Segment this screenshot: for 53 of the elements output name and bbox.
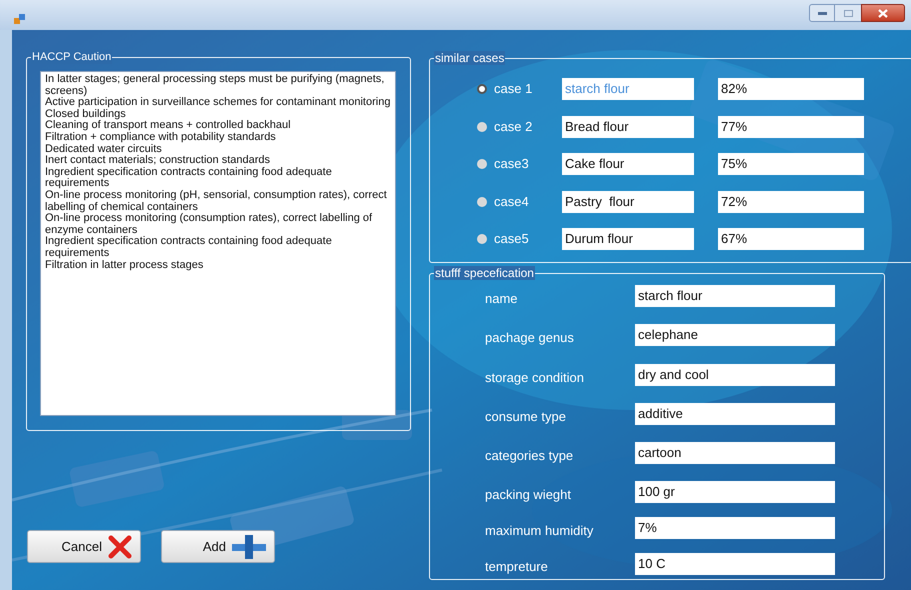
radio-label[interactable]: case 1	[494, 78, 532, 100]
text-field[interactable]: additive	[635, 403, 835, 425]
text-field[interactable]: 82%	[718, 78, 864, 100]
text-line: Filtration + compliance with potability standards	[45, 132, 277, 144]
cancel-button[interactable]: Cancel	[27, 530, 141, 563]
text-field[interactable]: celephane	[635, 324, 835, 346]
text-field[interactable]: Cake flour	[562, 153, 694, 175]
text-field[interactable]: Durum flour	[562, 228, 694, 250]
add-button[interactable]: Add	[161, 530, 275, 563]
field-label: packing wieght	[485, 486, 571, 504]
minimize-button[interactable]	[809, 4, 835, 22]
field-label: categories type	[485, 447, 574, 465]
text-line: Dedicated water circuits	[45, 144, 163, 155]
text-line: On-line process monitoring (consumption rates), correct labelling of enzyme containers	[45, 213, 374, 236]
field-label: storage condition	[485, 369, 584, 387]
field-label: consume type	[485, 408, 566, 426]
text-line: Inert contact materials; construction standards	[45, 155, 271, 167]
text-line: Filtration in latter process stages	[45, 260, 204, 272]
group-title: similar cases	[434, 51, 506, 65]
text-line: On-line process monitoring (pH, sensorial, consumption rates), correct labelling of chemical containers	[45, 190, 388, 213]
text-field[interactable]: starch flour	[635, 285, 835, 307]
text-line: Active participation in surveillance schemes for contaminant monitoring	[45, 97, 391, 109]
text-field[interactable]: 10 C	[635, 553, 835, 575]
app-icon	[14, 14, 25, 25]
text-line: Ingredient specification contracts containing food adequate requirements	[45, 236, 333, 260]
radio-label[interactable]: case5	[494, 228, 529, 250]
text-field[interactable]: dry and cool	[635, 364, 835, 386]
text-field[interactable]: 75%	[718, 153, 864, 175]
text-field[interactable]: 77%	[718, 116, 864, 138]
field-label: name	[485, 290, 518, 308]
text-line: Cleaning of transport means + controlled backhaul	[45, 120, 292, 132]
maximize-button[interactable]	[835, 4, 861, 22]
text-field[interactable]: Pastry flour	[562, 190, 694, 212]
text-field[interactable]: 72%	[718, 190, 864, 212]
text-field[interactable]: 7%	[635, 517, 835, 539]
plus-icon	[232, 534, 266, 558]
text-line: Closed buildings	[45, 108, 127, 120]
radio-label[interactable]: case 2	[494, 116, 532, 138]
text-field[interactable]: 67%	[718, 228, 864, 250]
text-line: Ingredient specification contracts containing food adequate requirements	[45, 166, 333, 190]
field-label: maximum humidity	[485, 522, 594, 540]
close-button[interactable]	[861, 4, 905, 22]
group-title: stufff specefication	[434, 266, 535, 280]
text-field[interactable]: Bread flour	[562, 116, 694, 138]
close-icon	[878, 8, 888, 18]
radio-label[interactable]: case3	[494, 153, 529, 175]
radio-label[interactable]: case4	[494, 190, 529, 212]
text-field[interactable]: 100 gr	[635, 481, 835, 503]
text-field[interactable]: cartoon	[635, 442, 835, 464]
field-label: pachage genus	[485, 329, 574, 347]
field-label: tempreture	[485, 558, 548, 576]
close-icon	[108, 534, 132, 558]
text-line: In latter stages; general processing steps must be purifying (magnets, screens)	[45, 74, 386, 97]
